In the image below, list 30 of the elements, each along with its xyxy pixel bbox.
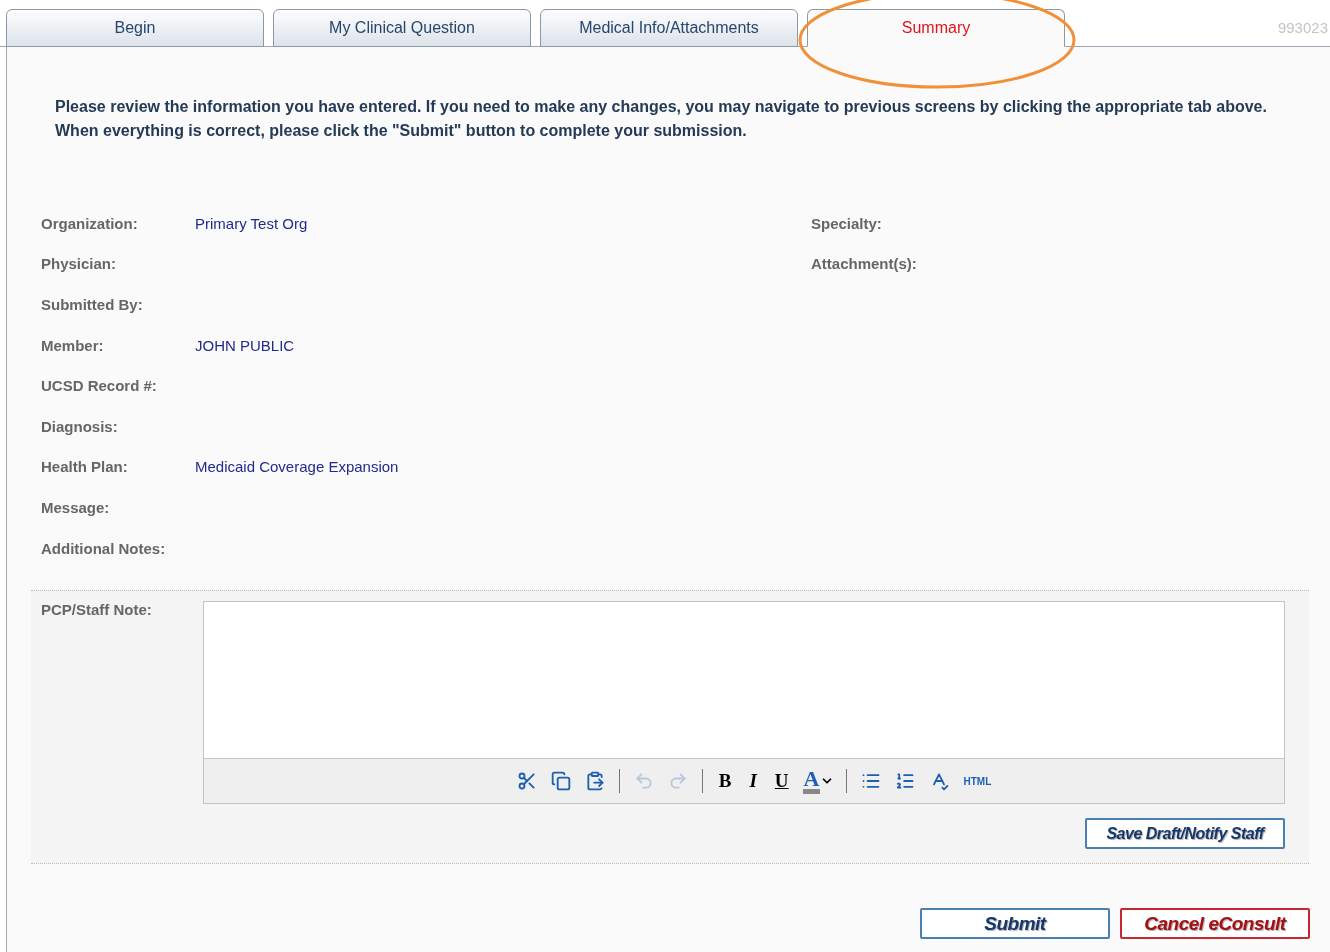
field-label: Attachment(s): (811, 255, 918, 273)
html-button[interactable]: HTML (959, 775, 996, 787)
field-label: Organization: (41, 214, 139, 232)
field-label: Health Plan: (41, 458, 129, 476)
field-label: PCP/Staff Note: (41, 601, 153, 621)
field-label: Submitted By: (41, 296, 144, 313)
field-label: Physician: (41, 255, 118, 273)
field-label: Diagnosis: (41, 417, 119, 435)
tab[interactable]: Begin (6, 9, 264, 47)
bold-button[interactable]: B (712, 768, 738, 795)
field-label: Specialty: (811, 214, 883, 232)
tab[interactable]: My Clinical Question (273, 9, 531, 47)
field-label: UCSD Record #: (41, 377, 158, 395)
field-label: Message: (41, 498, 111, 516)
record-id: 993023 (1277, 19, 1328, 36)
underline-button[interactable]: U (768, 768, 795, 795)
submit-button[interactable]: Submit (920, 908, 1110, 940)
tab[interactable]: Medical Info/Attachments (540, 9, 798, 47)
save-draft-button[interactable]: Save Draft/Notify Staff (1085, 818, 1285, 850)
field-label: Member: (41, 336, 105, 354)
cancel-button[interactable]: Cancel eConsult (1120, 908, 1310, 940)
font-color-button[interactable]: A (800, 768, 837, 794)
tab[interactable]: Summary (807, 9, 1065, 47)
field-value: Primary Test Org (195, 214, 308, 232)
italic-button[interactable]: I (743, 768, 763, 795)
field-value: Medicaid Coverage Expansion (195, 458, 399, 476)
instructions-text: Please review the information you have entered. If you need to make any changes, you may navigate to previous screens by clicking the appropriate tab above. When everything is correct, please click the "Submit" button to complete your submission. (55, 97, 1268, 141)
field-label: Additional Notes: (41, 539, 167, 557)
note-editor[interactable]: B I U A HTML (203, 601, 1285, 805)
field-value: JOHN PUBLIC (195, 336, 295, 354)
